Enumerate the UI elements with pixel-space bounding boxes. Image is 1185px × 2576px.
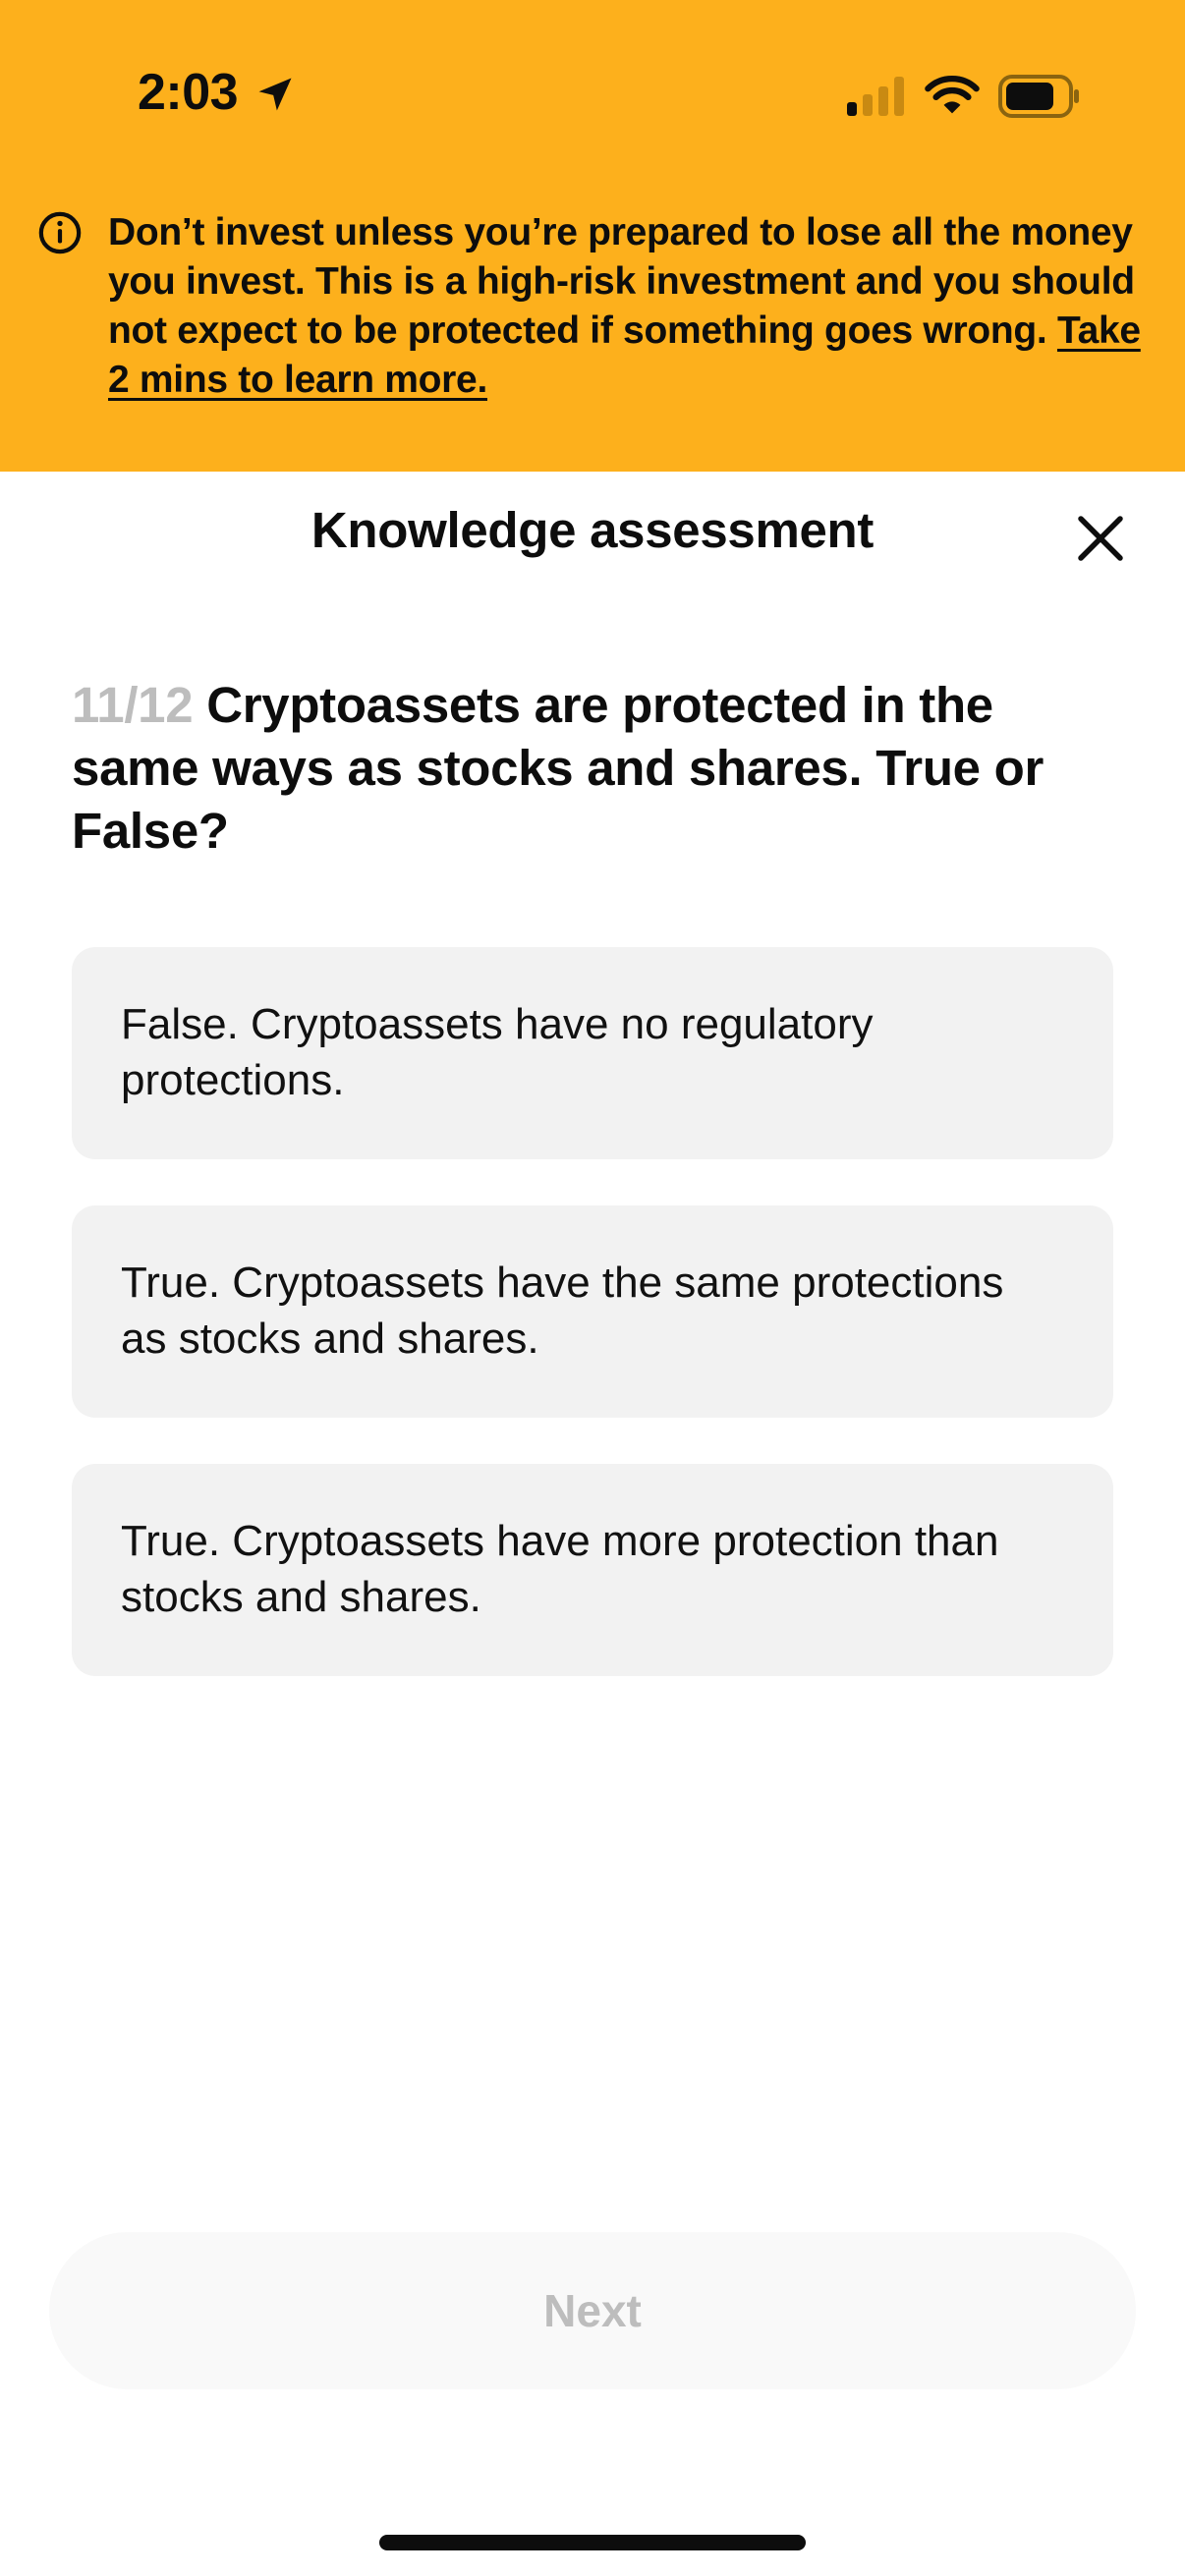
next-button-label: Next [543,2285,642,2336]
warning-banner: 2:03 Don’t invest unless you’re prepared… [0,0,1185,472]
location-arrow-icon [258,78,292,111]
cellular-signal-icon [847,77,904,116]
page-title: Knowledge assessment [310,502,875,558]
answer-option-label: True. Cryptoassets have more protection … [121,1517,999,1621]
question-text: Cryptoassets are protected in the same w… [72,677,1044,859]
info-icon [38,211,82,254]
close-icon[interactable] [1071,509,1130,568]
home-indicator[interactable] [379,2535,806,2550]
wifi-icon [925,76,980,114]
battery-icon [998,75,1079,118]
answer-option-false-no-protections[interactable]: False. Cryptoassets have no regulatory p… [72,947,1113,1159]
risk-warning-text: Don’t invest unless you’re prepared to l… [108,211,1135,352]
next-button[interactable]: Next [49,2232,1136,2389]
answer-option-label: False. Cryptoassets have no regulatory p… [121,1000,874,1104]
answer-option-true-same-protections[interactable]: True. Cryptoassets have the same protect… [72,1205,1113,1418]
answer-option-label: True. Cryptoassets have the same protect… [121,1259,1004,1363]
risk-warning: Don’t invest unless you’re prepared to l… [108,208,1150,405]
question-counter: 11/12 [72,677,194,733]
status-time: 2:03 [138,64,239,121]
question: 11/12 Cryptoassets are protected in the … [72,674,1123,863]
answer-option-true-more-protection[interactable]: True. Cryptoassets have more protection … [72,1464,1113,1676]
